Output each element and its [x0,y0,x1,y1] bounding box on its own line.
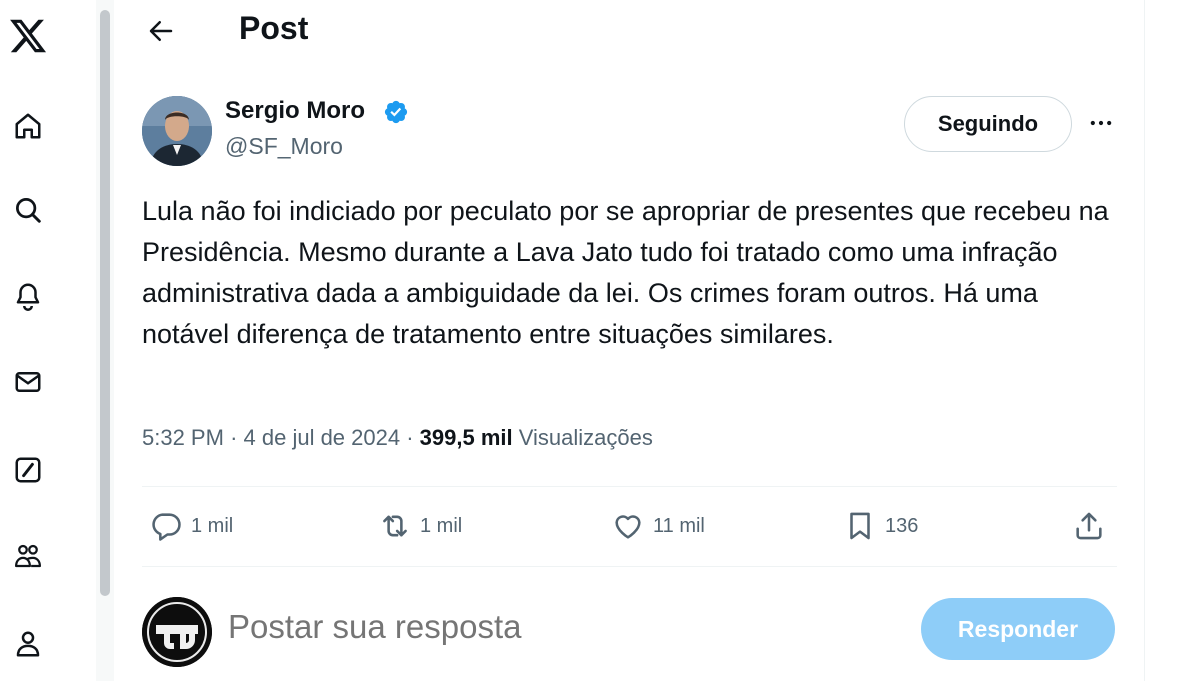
profile-icon[interactable] [6,622,50,666]
views-count: 399,5 mil [419,425,513,450]
reply-input[interactable] [228,608,828,646]
repost-count: 1 mil [420,514,463,537]
more-options-button[interactable] [1082,106,1120,140]
post-text: Lula não foi indiciado por peculato por … [142,196,1109,349]
repost-icon [383,515,407,537]
share-icon [1076,512,1102,540]
post-meta: 5:32 PM · 4 de jul de 2024 · 399,5 mil V… [142,425,653,451]
scrollbar-thumb[interactable] [100,10,110,596]
home-icon[interactable] [6,104,50,148]
bell-icon[interactable] [6,274,50,318]
reply-count: 1 mil [191,514,234,537]
back-button[interactable] [142,12,180,50]
like-action[interactable]: 11 mil [611,506,705,546]
bookmark-action[interactable]: 136 [843,506,918,546]
divider [142,566,1117,567]
grok-icon[interactable] [6,448,50,492]
communities-icon[interactable] [6,534,50,578]
ellipsis-icon [1090,120,1112,126]
x-logo-icon[interactable] [6,14,50,58]
post-date[interactable]: 4 de jul de 2024 [244,425,401,450]
column-border [1144,0,1145,681]
like-count: 11 mil [653,514,705,537]
verified-badge-icon [384,100,408,124]
search-icon[interactable] [6,188,50,232]
page-title: Post [239,10,309,46]
author-avatar[interactable] [142,96,212,166]
arrow-left-icon [149,21,173,41]
left-navigation [0,0,60,681]
author-handle[interactable]: @SF_Moro [225,133,343,160]
mail-icon[interactable] [6,360,50,404]
author-name[interactable]: Sergio Moro [225,97,365,125]
bookmark-count: 136 [885,514,919,537]
heart-icon [615,515,641,539]
current-user-avatar[interactable] [142,597,212,667]
bookmark-icon [850,512,870,540]
post-time[interactable]: 5:32 PM [142,425,224,450]
views-label: Visualizações [518,425,653,450]
separator-dot: · [230,425,244,450]
share-action[interactable] [1072,506,1106,546]
repost-action[interactable]: 1 mil [378,506,462,546]
reply-action[interactable]: 1 mil [149,506,233,546]
reply-submit-button[interactable]: Responder [921,598,1115,660]
reply-icon [152,513,181,541]
following-button[interactable]: Seguindo [904,96,1072,152]
separator-dot: · [406,425,420,450]
divider [142,486,1117,487]
